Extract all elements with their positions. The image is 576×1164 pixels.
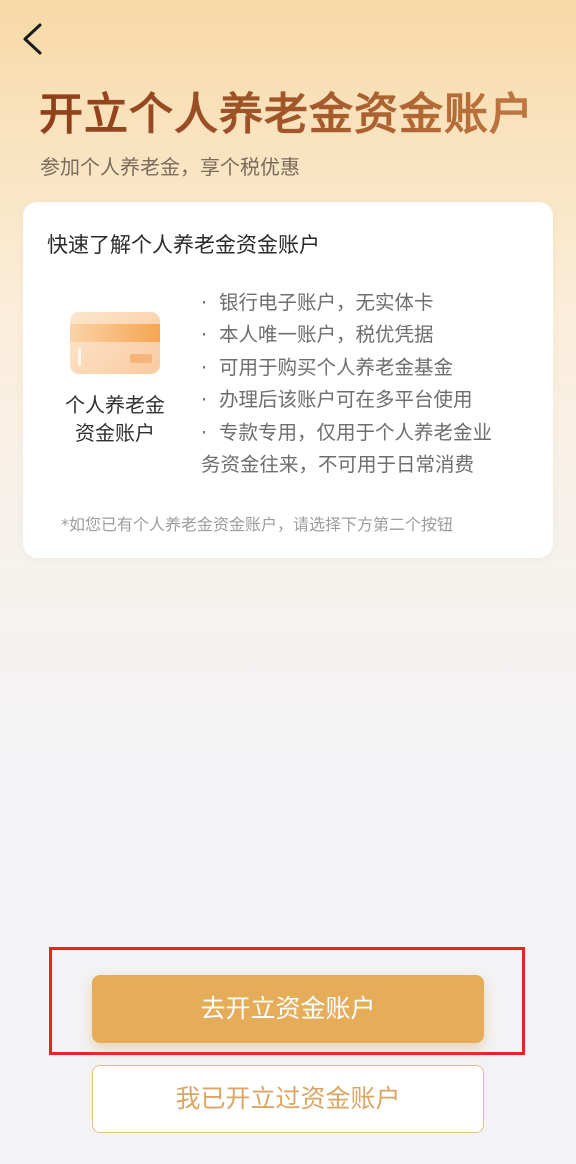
info-card: 快速了解个人养老金资金账户 个人养老金 资金账户 · 银行电子账户，无实体卡 · 本… xyxy=(23,202,553,558)
card-stripe xyxy=(70,324,160,342)
card-mark xyxy=(78,348,81,366)
open-account-button[interactable]: 去开立资金账户 xyxy=(92,975,484,1043)
already-opened-button[interactable]: 我已开立过资金账户 xyxy=(92,1065,484,1133)
back-button[interactable] xyxy=(20,22,50,56)
card-title: 快速了解个人养老金资金账户 xyxy=(47,233,320,257)
feature-item: · 专款专用，仅用于个人养老金业 务资金往来，不可用于日常消费 xyxy=(201,417,543,482)
bank-card-icon xyxy=(70,312,160,374)
feature-item: · 办理后该账户可在多平台使用 xyxy=(201,388,473,412)
card-label-line1: 个人养老金 xyxy=(65,393,165,417)
page-subtitle: 参加个人养老金，享个税优惠 xyxy=(40,155,300,179)
chevron-left-icon xyxy=(23,23,42,55)
feature-item: · 本人唯一账户，税优凭据 xyxy=(201,323,434,347)
feature-item: · 银行电子账户，无实体卡 xyxy=(201,291,434,314)
card-chip xyxy=(130,354,152,363)
card-image-label: 个人养老金 资金账户 xyxy=(50,391,180,447)
page-title: 开立个人养老金资金账户 xyxy=(39,86,534,144)
feature-item: · 可用于购买个人养老金基金 xyxy=(201,355,454,379)
card-label-line2: 资金账户 xyxy=(75,421,155,445)
feature-list: · 银行电子账户，无实体卡 · 本人唯一账户，税优凭据 · 可用于购买个人养老金基金 … xyxy=(201,287,543,481)
card-note: *如您已有个人养老金资金账户，请选择下方第二个按钮 xyxy=(61,515,454,534)
feature-item-continuation: 务资金往来，不可用于日常消费 xyxy=(201,453,475,477)
